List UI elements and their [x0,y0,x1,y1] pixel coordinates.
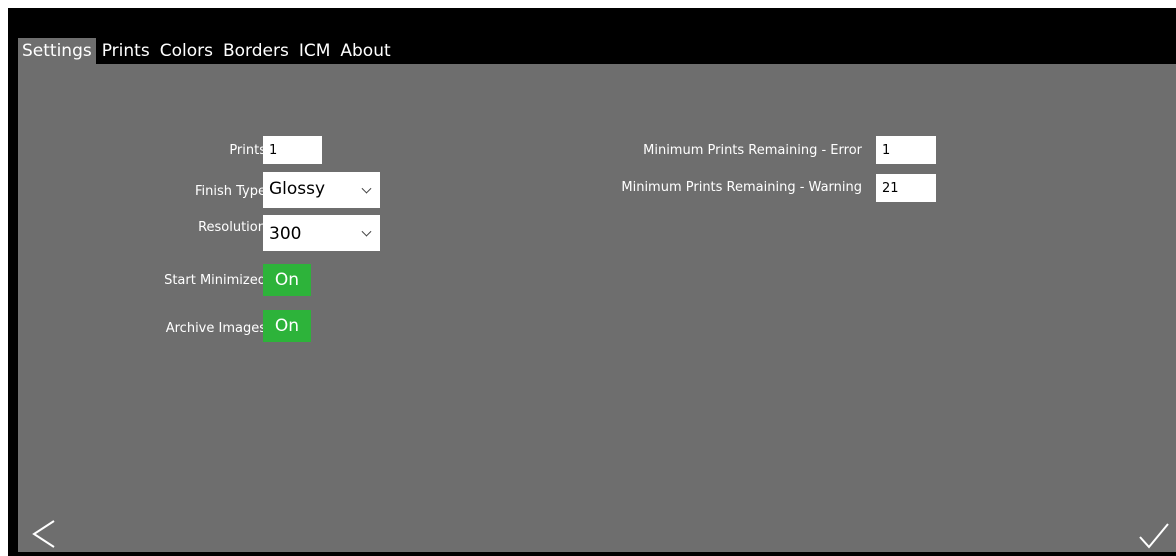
resolution-label: Resolution [198,220,266,235]
resolution-value: 300 [269,224,302,244]
prints-label: Prints [229,143,266,158]
min-prints-error-label: Minimum Prints Remaining - Error [643,143,862,158]
prints-input[interactable] [263,136,322,164]
tab-about[interactable]: About [336,38,394,64]
checkmark-icon[interactable] [1138,522,1170,550]
finish-type-select[interactable]: Glossy [263,172,380,208]
chevron-down-icon [361,183,372,194]
tab-bar: Settings Prints Colors Borders ICM About [18,38,397,64]
tab-borders[interactable]: Borders [219,38,293,64]
tab-icm[interactable]: ICM [295,38,335,64]
chevron-left-icon[interactable] [30,518,58,550]
archive-images-label: Archive Images [165,321,266,336]
resolution-select[interactable]: 300 [263,215,380,251]
min-prints-warning-input[interactable] [876,174,936,202]
tab-prints[interactable]: Prints [98,38,154,64]
chevron-down-icon [361,226,372,237]
finish-type-label: Finish Type [195,184,266,199]
start-minimized-label: Start Minimized [164,273,266,288]
settings-panel: Prints Finish Type Glossy Resolution 300… [18,64,1176,552]
min-prints-warning-label: Minimum Prints Remaining - Warning [621,180,862,195]
archive-images-toggle[interactable]: On [263,310,311,342]
min-prints-error-input[interactable] [876,136,936,164]
start-minimized-toggle[interactable]: On [263,264,311,296]
tab-colors[interactable]: Colors [156,38,217,64]
tab-settings[interactable]: Settings [18,38,96,64]
finish-type-value: Glossy [269,179,326,199]
